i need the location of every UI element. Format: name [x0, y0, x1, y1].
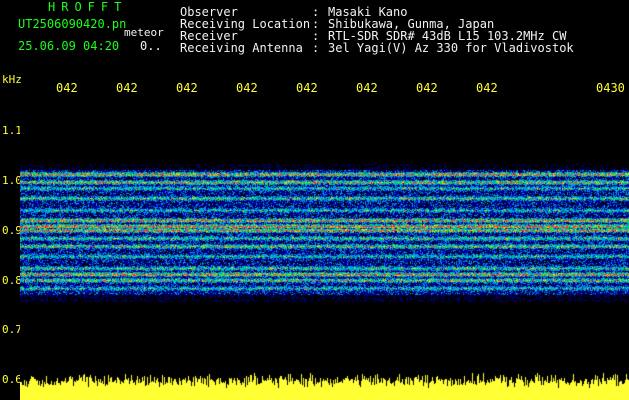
- x-tick: 042: [416, 81, 438, 95]
- meteor-label: meteor: [124, 26, 164, 39]
- x-tick: 042: [476, 81, 498, 95]
- file-name: UT2506090420.pn: [18, 17, 127, 31]
- spectrogram-canvas: [20, 98, 629, 400]
- antenna-label: Receiving Antenna: [180, 41, 303, 55]
- hrofft-screen: { "header": { "logo": "HROFFT", "filenam…: [0, 0, 629, 400]
- y-tick: 0.8: [2, 274, 22, 287]
- info-colon: :: [312, 41, 320, 55]
- x-tick: 0430: [596, 81, 625, 95]
- y-axis-unit: kHz: [2, 73, 22, 86]
- x-tick: 042: [176, 81, 198, 95]
- x-tick: 042: [356, 81, 378, 95]
- x-tick: 042: [236, 81, 258, 95]
- datetime: 25.06.09 04:20: [18, 39, 120, 53]
- x-tick: 042: [116, 81, 138, 95]
- x-tick: 042: [296, 81, 318, 95]
- y-tick: 1.1: [2, 124, 22, 137]
- y-tick: 0.9: [2, 224, 22, 237]
- x-tick: 042: [56, 81, 78, 95]
- y-tick: 0.6: [2, 373, 22, 386]
- antenna-value: 3el Yagi(V) Az 330 for Vladivostok: [328, 41, 574, 55]
- hrofft-logo: HROFFT: [48, 0, 128, 14]
- meteor-counter: 0..: [140, 39, 162, 53]
- y-tick: 1.0: [2, 174, 22, 187]
- y-tick: 0.7: [2, 323, 22, 336]
